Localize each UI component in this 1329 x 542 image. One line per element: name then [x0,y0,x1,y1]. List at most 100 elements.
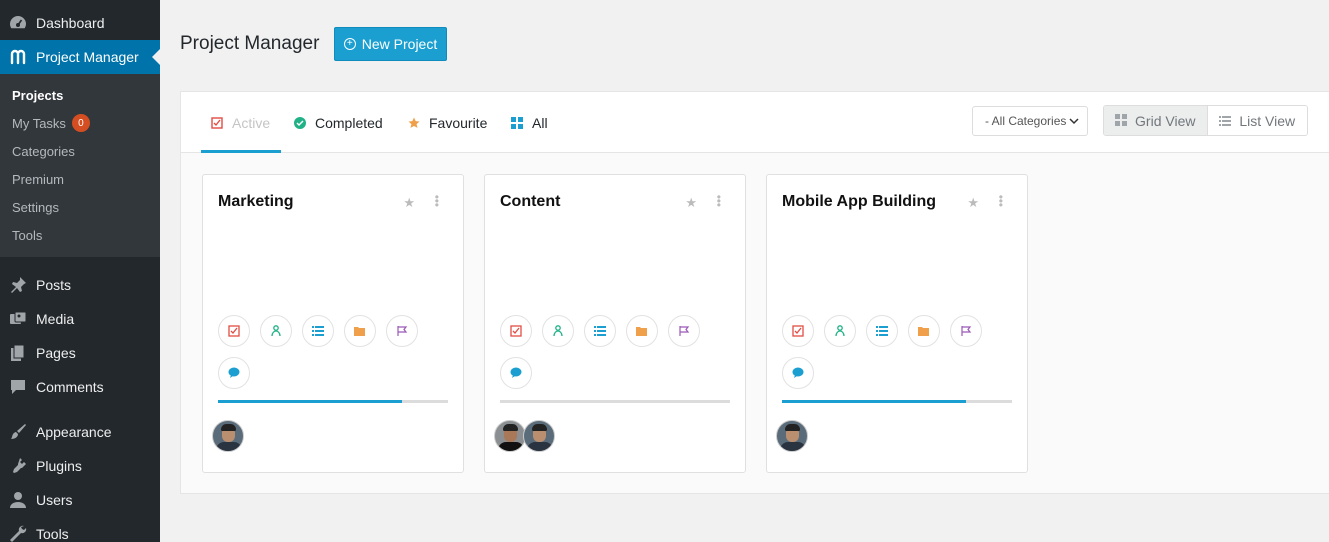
tab-completed-label: Completed [315,114,383,131]
menu-label-comments: Comments [36,379,104,395]
submenu-premium-label: Premium [12,172,65,187]
project-title[interactable]: Mobile App Building [782,193,936,211]
project-title[interactable]: Marketing [218,193,294,211]
project-card[interactable]: Content ★ • • • [484,174,746,473]
category-select[interactable]: - All Categories [972,106,1088,136]
tab-active[interactable]: Active [210,92,270,153]
tab-favourite[interactable]: Favourite [407,92,487,153]
submenu-tools[interactable]: Tools [12,228,42,243]
new-project-button[interactable]: + New Project [334,27,447,61]
grid-icon [510,116,523,129]
page-title: Project Manager [180,33,320,54]
menu-item-media[interactable]: Media [0,302,160,336]
menu-label-plugins: Plugins [36,458,82,474]
discussion-icon[interactable] [500,357,532,389]
tab-completed[interactable]: Completed [293,92,383,153]
more-options-icon[interactable]: • • • [999,191,1003,211]
more-options-icon[interactable]: • • • [435,191,439,211]
menu-item-pages[interactable]: Pages [0,336,160,370]
project-manager-logo-icon [8,47,28,67]
task-count-badge: 0 [71,114,90,132]
avatar[interactable] [212,420,244,452]
project-tools-row [782,315,982,347]
avatar[interactable] [776,420,808,452]
progress-bar [500,400,730,403]
folder-icon[interactable] [626,315,658,347]
project-title[interactable]: Content [500,193,560,211]
pushpin-icon [8,275,28,295]
favourite-star-icon[interactable]: ★ [403,195,415,211]
tasks-icon[interactable] [782,315,814,347]
discussion-icon[interactable] [782,357,814,389]
submenu-my-tasks[interactable]: My Tasks 0 [12,114,90,132]
discussion-icon[interactable] [218,357,250,389]
team-members-icon[interactable] [260,315,292,347]
grid-view-button[interactable]: Grid View [1104,106,1208,135]
submenu-tools-label: Tools [12,228,43,243]
grid-view-label: Grid View [1135,112,1196,129]
menu-item-project-manager[interactable]: Project Manager [0,40,160,74]
menu-item-users[interactable]: Users [0,483,160,517]
submenu-categories-label: Categories [12,144,75,159]
menu-label-project-manager: Project Manager [36,49,139,65]
milestone-flag-icon[interactable] [668,315,700,347]
favourite-star-icon[interactable]: ★ [685,195,697,211]
list-view-button[interactable]: List View [1207,106,1307,135]
menu-item-dashboard[interactable]: Dashboard [0,6,160,40]
menu-label-tools: Tools [36,526,69,542]
chevron-down-icon [1069,114,1079,131]
submenu-projects[interactable]: Projects [12,88,63,103]
project-tools-row [500,315,700,347]
list-icon[interactable] [302,315,334,347]
tasks-icon[interactable] [218,315,250,347]
progress-fill [782,400,966,403]
project-manager-submenu: Projects My Tasks 0 Categories Premium Se… [0,74,160,257]
project-tools-row-2 [782,357,814,389]
team-members-icon[interactable] [542,315,574,347]
pages-icon [8,343,28,363]
tab-all[interactable]: All [510,92,548,153]
avatar[interactable] [523,420,555,452]
menu-label-pages: Pages [36,345,76,361]
favourite-star-icon[interactable]: ★ [967,195,979,211]
project-card[interactable]: Marketing ★ • • • [202,174,464,473]
active-menu-arrow [152,49,160,65]
admin-sidebar: Dashboard Project Manager Projects My Ta… [0,0,160,542]
folder-icon[interactable] [908,315,940,347]
list-view-icon [1219,113,1232,129]
menu-item-appearance[interactable]: Appearance [0,415,160,449]
menu-item-comments[interactable]: Comments [0,370,160,404]
paintbrush-icon [8,422,28,442]
more-options-icon[interactable]: • • • [717,191,721,211]
submenu-categories[interactable]: Categories [12,144,75,159]
media-icon [8,309,28,329]
list-icon[interactable] [584,315,616,347]
list-icon[interactable] [866,315,898,347]
milestone-flag-icon[interactable] [950,315,982,347]
list-view-label: List View [1239,112,1296,129]
comment-icon [8,377,28,397]
menu-item-posts[interactable]: Posts [0,268,160,302]
submenu-settings[interactable]: Settings [12,200,59,215]
wrench-icon [8,524,28,542]
menu-label-posts: Posts [36,277,72,293]
tasks-icon[interactable] [500,315,532,347]
submenu-premium[interactable]: Premium [12,172,64,187]
progress-bar [218,400,448,403]
folder-icon[interactable] [344,315,376,347]
menu-item-tools[interactable]: Tools [0,517,160,542]
avatar-group [776,420,808,452]
project-tools-row-2 [218,357,250,389]
menu-item-plugins[interactable]: Plugins [0,449,160,483]
projects-panel: Active Completed Favourite All - All Cat… [180,91,1329,494]
plug-icon [8,456,28,476]
project-tools-row-2 [500,357,532,389]
view-switch: Grid View List View [1103,105,1308,136]
avatar[interactable] [494,420,526,452]
project-card[interactable]: Mobile App Building ★ • • • [766,174,1028,473]
menu-label-users: Users [36,492,73,508]
milestone-flag-icon[interactable] [386,315,418,347]
menu-label-dashboard: Dashboard [36,15,105,31]
team-members-icon[interactable] [824,315,856,347]
progress-fill [218,400,402,403]
